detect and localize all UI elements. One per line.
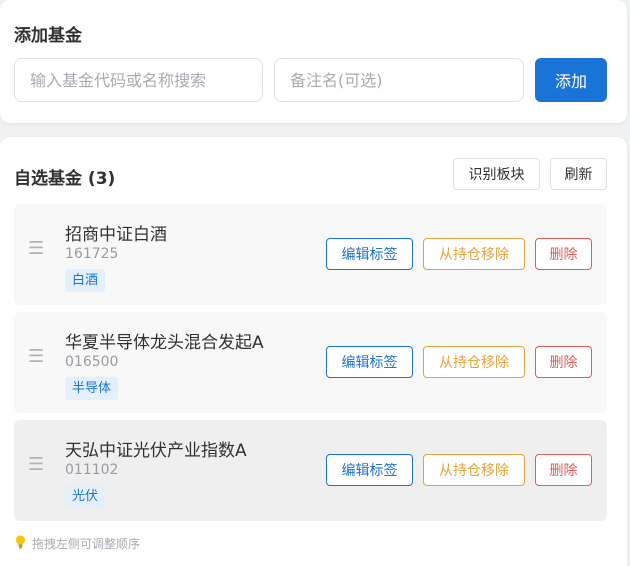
delete-button[interactable]: 删除 xyxy=(535,346,592,378)
fund-name: 招商中证白酒 xyxy=(65,225,167,245)
remove-from-holdings-button[interactable]: 从持仓移除 xyxy=(423,238,525,270)
drag-handle-icon[interactable]: ☰ xyxy=(28,240,44,258)
fund-tag: 半导体 xyxy=(65,377,119,400)
fund-code: 161725 xyxy=(65,246,119,262)
fund-tag: 光伏 xyxy=(65,485,106,508)
add-fund-card: 添加基金 添加 xyxy=(0,0,627,123)
fund-tag: 白酒 xyxy=(65,269,106,292)
fund-list-item: ☰ 天弘中证光伏产业指数A 011102 光伏 编辑标签 从持仓移除 删除 xyxy=(14,420,607,521)
fund-code: 016500 xyxy=(65,354,119,370)
drag-hint-text: 拖拽左侧可调整顺序 xyxy=(32,537,141,551)
fund-search-input[interactable] xyxy=(14,58,263,102)
add-fund-title: 添加基金 xyxy=(14,26,82,46)
remove-from-holdings-button[interactable]: 从持仓移除 xyxy=(423,454,525,486)
fund-name: 天弘中证光伏产业指数A xyxy=(65,441,247,461)
delete-button[interactable]: 删除 xyxy=(535,454,592,486)
drag-handle-icon[interactable]: ☰ xyxy=(28,348,44,366)
drag-handle-icon[interactable]: ☰ xyxy=(28,456,44,474)
fund-list-item: ☰ 华夏半导体龙头混合发起A 016500 半导体 编辑标签 从持仓移除 删除 xyxy=(14,312,607,413)
edit-tag-button[interactable]: 编辑标签 xyxy=(326,238,413,270)
delete-button[interactable]: 删除 xyxy=(535,238,592,270)
fund-code: 011102 xyxy=(65,462,119,478)
edit-tag-button[interactable]: 编辑标签 xyxy=(326,454,413,486)
fund-list-item: ☰ 招商中证白酒 161725 白酒 编辑标签 从持仓移除 删除 xyxy=(14,204,607,305)
identify-sector-button[interactable]: 识别板块 xyxy=(453,158,540,190)
lightbulb-icon xyxy=(15,535,26,552)
add-button[interactable]: 添加 xyxy=(535,58,607,102)
refresh-button[interactable]: 刷新 xyxy=(550,158,607,190)
watchlist-card: 自选基金 (3) 识别板块 刷新 ☰ 招商中证白酒 161725 白酒 编辑标签… xyxy=(0,137,627,566)
drag-hint: 拖拽左侧可调整顺序 xyxy=(15,535,140,552)
remark-input[interactable] xyxy=(274,58,524,102)
edit-tag-button[interactable]: 编辑标签 xyxy=(326,346,413,378)
watchlist-title: 自选基金 (3) xyxy=(14,169,116,189)
fund-name: 华夏半导体龙头混合发起A xyxy=(65,333,264,353)
remove-from-holdings-button[interactable]: 从持仓移除 xyxy=(423,346,525,378)
